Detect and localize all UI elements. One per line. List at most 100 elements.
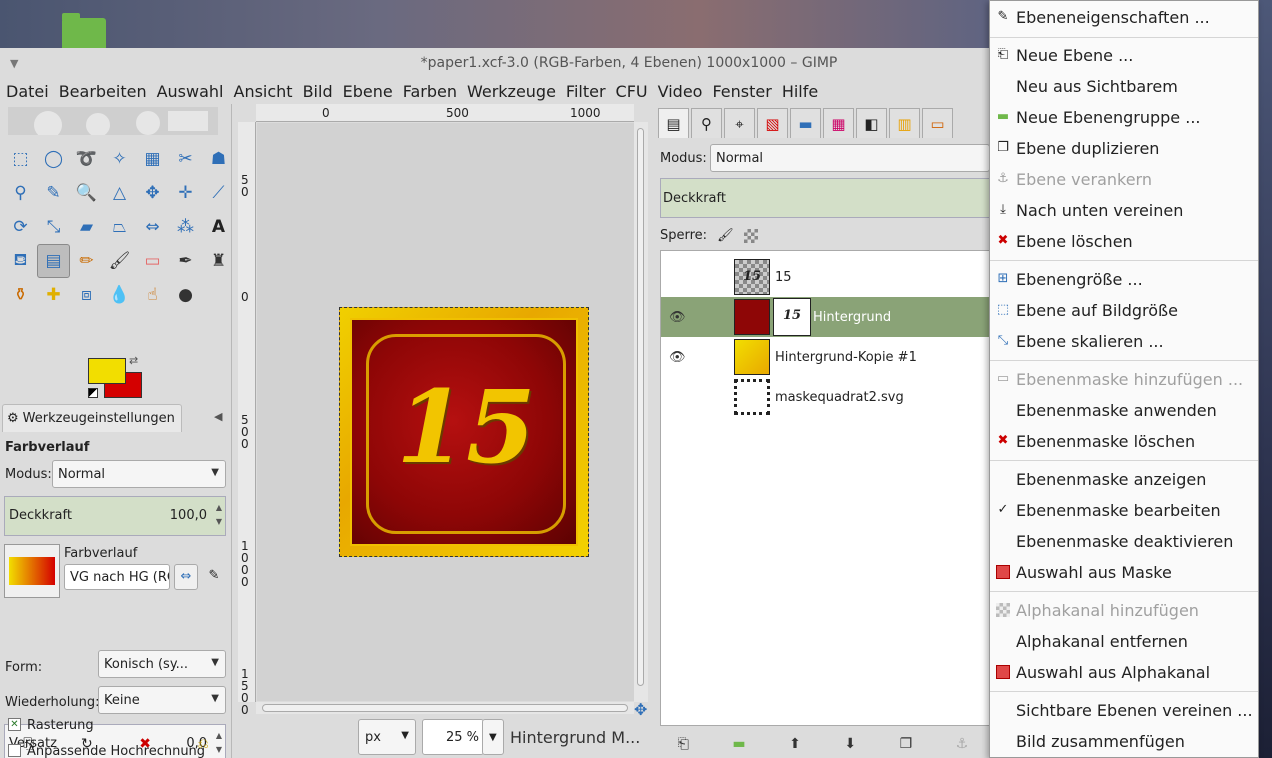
perspective-tool-icon[interactable]: ⏢: [103, 210, 136, 244]
crop-tool-icon[interactable]: ⟋: [202, 176, 235, 210]
default-colors-icon[interactable]: [88, 388, 98, 398]
new-layer-icon[interactable]: ⎗: [678, 736, 689, 752]
pencil-tool-icon[interactable]: ✏: [70, 244, 103, 278]
lasso-tool-icon[interactable]: ➰: [70, 142, 103, 176]
cage-tool-icon[interactable]: ⁂: [169, 210, 202, 244]
menu-item-flatten-image[interactable]: Bild zusammenfügen: [990, 726, 1258, 757]
lower-layer-icon[interactable]: ⬇: [844, 736, 856, 752]
menu-auswahl[interactable]: Auswahl: [157, 82, 224, 101]
menu-item-remove-alpha-channel[interactable]: Alphakanal entfernen: [990, 626, 1258, 657]
menu-item-layer-properties[interactable]: ✎ Ebeneneigenschaften ...: [990, 2, 1258, 33]
menu-item-delete-layer[interactable]: ✖ Ebene löschen: [990, 226, 1258, 257]
raise-layer-icon[interactable]: ⬆: [789, 736, 801, 752]
dodge-burn-tool-icon[interactable]: ●: [169, 278, 202, 312]
ellipse-select-tool-icon[interactable]: ◯: [37, 142, 70, 176]
menu-item-new-from-visible[interactable]: Neu aus Sichtbarem: [990, 71, 1258, 102]
menu-cfu[interactable]: CFU: [616, 82, 648, 101]
paintbrush-tool-icon[interactable]: 🖌: [103, 244, 136, 278]
tab-fonts[interactable]: ▥: [889, 108, 920, 138]
horizontal-scrollbar[interactable]: [256, 702, 634, 714]
color-select-tool-icon[interactable]: ▦: [136, 142, 169, 176]
menu-ebene[interactable]: Ebene: [343, 82, 393, 101]
tab-gradients[interactable]: ▧: [757, 108, 788, 138]
ink-tool-icon[interactable]: ♜: [202, 244, 235, 278]
gradient-tool-icon[interactable]: ▤: [37, 244, 70, 278]
layer-row[interactable]: 15 15: [661, 257, 989, 297]
gradient-preview-button[interactable]: [4, 544, 60, 598]
restore-options-icon[interactable]: ↻: [81, 736, 93, 752]
menu-item-disable-layer-mask[interactable]: Ebenenmaske deaktivieren: [990, 526, 1258, 557]
eraser-tool-icon[interactable]: ▭: [136, 244, 169, 278]
scissors-tool-icon[interactable]: ✂: [169, 142, 202, 176]
scroll-thumb[interactable]: [262, 704, 628, 712]
scroll-thumb[interactable]: [637, 128, 644, 686]
bucket-fill-tool-icon[interactable]: ⛾: [4, 244, 37, 278]
zoom-dropdown[interactable]: ▼: [482, 719, 504, 755]
lock-pixels-icon[interactable]: 🖌: [717, 228, 734, 243]
rect-select-tool-icon[interactable]: ⬚: [4, 142, 37, 176]
tab-tool-options[interactable]: ⚙ Werkzeugeinstellungen: [2, 404, 182, 432]
shape-combo[interactable]: Konisch (sy... ▼: [98, 650, 226, 678]
rotate-tool-icon[interactable]: ⟳: [4, 210, 37, 244]
zoom-field[interactable]: 25 %: [422, 719, 484, 755]
layer-row[interactable]: 👁 Hintergrund-Kopie #1: [661, 337, 989, 377]
opacity-slider[interactable]: Deckkraft 100,0 ▲ ▼: [4, 496, 226, 536]
unit-combo[interactable]: px ▼: [358, 719, 416, 755]
tab-brushes[interactable]: ◧: [856, 108, 887, 138]
menu-werkzeuge[interactable]: Werkzeuge: [467, 82, 556, 101]
tab-images[interactable]: ▭: [922, 108, 953, 138]
mode-combo[interactable]: Normal ▼: [52, 460, 226, 488]
smudge-tool-icon[interactable]: ☝: [136, 278, 169, 312]
menu-item-new-layer[interactable]: ⎗ Neue Ebene ...: [990, 40, 1258, 71]
blur-tool-icon[interactable]: 💧: [103, 278, 136, 312]
duplicate-layer-icon[interactable]: ❐: [900, 736, 913, 752]
dither-checkbox[interactable]: ✕: [8, 718, 21, 731]
text-tool-icon[interactable]: A: [202, 210, 235, 244]
anchor-layer-icon[interactable]: ⚓: [956, 736, 969, 752]
menu-video[interactable]: Video: [658, 82, 703, 101]
eye-icon[interactable]: 👁: [669, 310, 686, 325]
tab-paths[interactable]: ⚲: [691, 108, 722, 138]
clone-tool-icon[interactable]: ⚱: [4, 278, 37, 312]
vertical-scrollbar[interactable]: [634, 122, 648, 702]
menu-item-new-layer-group[interactable]: ▬ Neue Ebenengruppe ...: [990, 102, 1258, 133]
menu-item-merge-visible-layers[interactable]: Sichtbare Ebenen vereinen ...: [990, 695, 1258, 726]
menu-item-merge-down[interactable]: ⤓ Nach unten vereinen: [990, 195, 1258, 226]
menu-item-layer-to-image-size[interactable]: ⬚ Ebene auf Bildgröße: [990, 295, 1258, 326]
reverse-gradient-icon[interactable]: ⇔: [174, 564, 198, 590]
menu-item-apply-layer-mask[interactable]: Ebenenmaske anwenden: [990, 395, 1258, 426]
align-tool-icon[interactable]: ✛: [169, 176, 202, 210]
shear-tool-icon[interactable]: ▰: [70, 210, 103, 244]
menu-item-layer-size[interactable]: ⊞ Ebenengröße ...: [990, 264, 1258, 295]
menu-item-scale-layer[interactable]: ⤡ Ebene skalieren ...: [990, 326, 1258, 357]
folder-icon[interactable]: [62, 13, 106, 48]
new-group-icon[interactable]: ▬: [732, 736, 745, 752]
image[interactable]: 15: [339, 307, 589, 557]
tab-menu-icon[interactable]: ◀: [214, 410, 222, 423]
menu-item-delete-layer-mask[interactable]: ✖ Ebenenmaske löschen: [990, 426, 1258, 457]
menu-datei[interactable]: Datei: [6, 82, 49, 101]
gradient-name-field[interactable]: VG nach HG (RG: [64, 564, 170, 590]
tab-channels[interactable]: ⌖: [724, 108, 755, 138]
move-tool-icon[interactable]: ✥: [136, 176, 169, 210]
paths-tool-icon[interactable]: ⚲: [4, 176, 37, 210]
layer-row[interactable]: 👁 15 Hintergrund: [661, 297, 989, 337]
menu-item-alpha-to-selection[interactable]: Auswahl aus Alphakanal: [990, 657, 1258, 688]
menu-ansicht[interactable]: Ansicht: [234, 82, 293, 101]
foreground-color-swatch[interactable]: [88, 358, 126, 384]
repeat-combo[interactable]: Keine ▼: [98, 686, 226, 714]
layer-mode-combo[interactable]: Normal: [710, 144, 990, 172]
flip-tool-icon[interactable]: ⇔: [136, 210, 169, 244]
menu-item-edit-layer-mask[interactable]: ✓ Ebenenmaske bearbeiten: [990, 495, 1258, 526]
tab-patterns[interactable]: ▬: [790, 108, 821, 138]
tab-layers[interactable]: ▤: [658, 108, 689, 138]
lock-alpha-icon[interactable]: [743, 228, 758, 243]
foreground-select-tool-icon[interactable]: ☗: [202, 142, 235, 176]
canvas[interactable]: 15: [257, 123, 634, 701]
spin-arrows-icon[interactable]: ▲ ▼: [216, 501, 222, 529]
save-options-icon[interactable]: ⎘: [23, 736, 34, 752]
menu-item-duplicate-layer[interactable]: ❐ Ebene duplizieren: [990, 133, 1258, 164]
layer-opacity-slider[interactable]: Deckkraft: [660, 178, 990, 218]
menu-filter[interactable]: Filter: [566, 82, 606, 101]
menu-item-selection-from-mask[interactable]: Auswahl aus Maske: [990, 557, 1258, 588]
